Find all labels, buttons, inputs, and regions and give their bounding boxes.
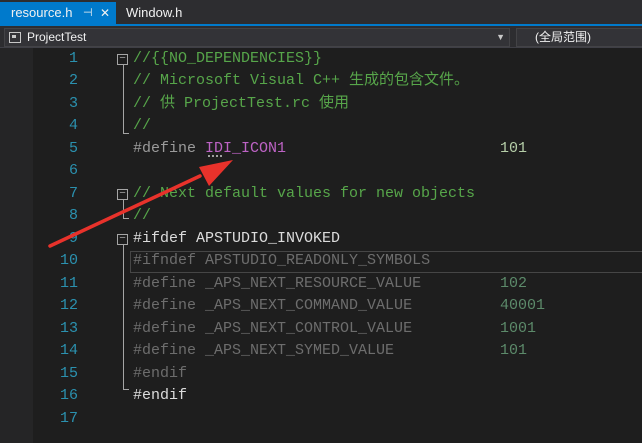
- annotation-arrow: [48, 160, 233, 248]
